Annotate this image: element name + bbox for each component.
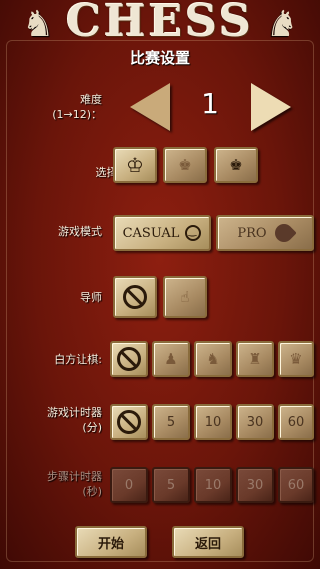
pro-label: PRO	[237, 225, 267, 241]
move-timer-option[interactable]: 30	[236, 467, 274, 503]
choose-random-button[interactable]: ♚	[163, 147, 207, 183]
move-timer-option[interactable]: 0	[110, 467, 148, 503]
mentor-off-button[interactable]	[113, 276, 157, 318]
difficulty-decrease-button[interactable]	[130, 83, 170, 131]
no-icon	[117, 347, 141, 371]
mentor-on-button[interactable]: ☝	[163, 276, 207, 318]
casual-label: CASUAL	[122, 225, 180, 241]
game-timer-option[interactable]: 30	[236, 404, 274, 440]
page-title: 比赛设置	[129, 49, 190, 67]
broken-heart-icon	[270, 220, 297, 246]
handicap-label: 白方让棋:	[54, 353, 102, 366]
king-icon: ♚	[178, 155, 192, 174]
handicap-none-button[interactable]	[110, 341, 148, 377]
pro-mode-button[interactable]: PRO	[216, 215, 314, 251]
mentor-label: 导师	[80, 291, 102, 304]
handicap-rook-button[interactable]: ♜	[236, 341, 274, 377]
game-timer-option[interactable]: 60	[278, 404, 314, 440]
game-mode-label: 游戏模式	[58, 225, 102, 238]
choose-black-button[interactable]: ♚	[214, 147, 258, 183]
queen-icon: ♛	[289, 349, 303, 368]
knight-logo-icon: ♞	[265, 4, 298, 45]
game-timer-option[interactable]: 10	[194, 404, 232, 440]
difficulty-value: 1	[201, 87, 219, 120]
white-king-icon: ♔	[126, 153, 144, 177]
rook-icon: ♜	[248, 349, 262, 368]
no-icon	[123, 285, 147, 309]
back-button[interactable]: 返回	[172, 526, 244, 558]
choose-white-button[interactable]: ♔	[113, 147, 157, 183]
game-timer-option[interactable]: 5	[152, 404, 190, 440]
knight-icon: ♞	[206, 349, 220, 368]
handicap-queen-button[interactable]: ♛	[278, 341, 314, 377]
casual-mode-button[interactable]: CASUAL	[113, 215, 211, 251]
game-timer-off-button[interactable]	[110, 404, 148, 440]
pawn-icon: ♟	[164, 349, 178, 368]
start-button[interactable]: 开始	[75, 526, 147, 558]
difficulty-increase-button[interactable]	[251, 83, 291, 131]
handicap-pawn-button[interactable]: ♟	[152, 341, 190, 377]
move-timer-option[interactable]: 10	[194, 467, 232, 503]
smiley-icon	[185, 225, 202, 241]
handicap-knight-button[interactable]: ♞	[194, 341, 232, 377]
header: ♞ CHESS ♞ 比赛设置	[0, 0, 320, 67]
black-king-icon: ♚	[229, 155, 243, 174]
game-timer-label: 游戏计时器 (分)	[47, 406, 102, 434]
teacher-icon: ☝	[180, 287, 190, 306]
move-timer-option[interactable]: 5	[152, 467, 190, 503]
difficulty-label: 难度 (1→12)：	[52, 93, 102, 121]
move-timer-option[interactable]: 60	[278, 467, 314, 503]
no-icon	[117, 410, 141, 434]
move-timer-label: 步骤计时器 (秒)	[47, 470, 102, 498]
